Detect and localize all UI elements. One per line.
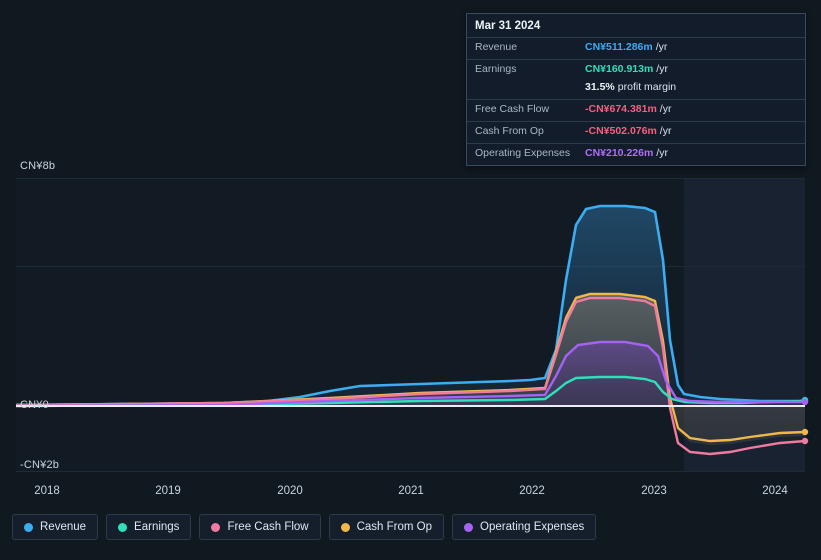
tooltip-key-cash-from-op: Cash From Op xyxy=(475,125,544,137)
legend-dot-icon-earnings xyxy=(118,522,128,532)
tooltip-row-free-cash-flow: Free Cash Flow -CN¥674.381m /yr xyxy=(467,99,805,121)
tooltip-unit-operating-expenses: /yr xyxy=(656,147,668,159)
tooltip-row-profit-margin: 31.5% profit margin xyxy=(467,81,805,99)
zero-axis-line xyxy=(16,405,805,407)
x-tick-2019: 2019 xyxy=(155,485,181,497)
legend-item-revenue[interactable]: Revenue xyxy=(12,514,99,540)
tooltip-value-revenue: CN¥511.286m xyxy=(585,41,653,53)
chart-legend: Revenue Earnings Free Cash Flow Cash Fro… xyxy=(12,514,597,540)
tooltip-unit-revenue: /yr xyxy=(655,41,668,53)
series-area-cashflow xyxy=(16,293,805,445)
series-area-revenue xyxy=(16,206,805,406)
y-tick-bottom: -CN¥2b xyxy=(20,459,60,471)
tooltip-unit-earnings: /yr xyxy=(656,63,668,75)
legend-dot-icon-operating-expenses xyxy=(464,522,474,532)
y-tick-top: CN¥8b xyxy=(20,160,56,172)
tooltip-unit-profit-margin: profit margin xyxy=(617,81,677,93)
tooltip-row-operating-expenses: Operating Expenses CN¥210.226m /yr xyxy=(467,143,805,165)
x-tick-2021: 2021 xyxy=(398,485,424,497)
tooltip-title: Mar 31 2024 xyxy=(475,20,541,32)
endpoint-free-cash-flow xyxy=(801,437,809,445)
legend-label-cash-from-op: Cash From Op xyxy=(356,521,433,533)
tooltip-value-cash-from-op: -CN¥502.076m xyxy=(585,125,657,137)
series-line-revenue xyxy=(15,204,806,407)
legend-item-operating-expenses[interactable]: Operating Expenses xyxy=(452,514,597,540)
tooltip-row-revenue: Revenue CN¥511.286m /yr xyxy=(467,37,805,59)
legend-item-free-cash-flow[interactable]: Free Cash Flow xyxy=(199,514,321,540)
chart-root: CN¥8b CN¥0 -CN¥2b 2018 2019 2020 2021 20… xyxy=(0,0,821,560)
y-tick-zero: CN¥0 xyxy=(20,399,49,411)
tooltip-key-revenue: Revenue xyxy=(475,41,518,53)
legend-label-operating-expenses: Operating Expenses xyxy=(480,521,585,533)
legend-item-cash-from-op[interactable]: Cash From Op xyxy=(328,514,445,540)
tooltip-value-earnings: CN¥160.913m xyxy=(585,63,654,75)
endpoint-cash-from-op xyxy=(801,428,809,436)
legend-dot-icon-free-cash-flow xyxy=(211,522,221,532)
chart-tooltip: Mar 31 2024 Revenue CN¥511.286m /yr Earn… xyxy=(466,13,806,166)
tooltip-unit-cash-from-op: /yr xyxy=(659,125,672,137)
x-tick-2024: 2024 xyxy=(762,485,788,497)
tooltip-unit-free-cash-flow: /yr xyxy=(659,103,672,115)
x-tick-2022: 2022 xyxy=(519,485,545,497)
legend-label-revenue: Revenue xyxy=(40,521,87,533)
x-tick-2018: 2018 xyxy=(34,485,60,497)
tooltip-key-earnings: Earnings xyxy=(475,63,517,75)
tooltip-value-operating-expenses: CN¥210.226m xyxy=(585,147,654,159)
legend-label-earnings: Earnings xyxy=(134,521,180,533)
tooltip-row-cash-from-op: Cash From Op -CN¥502.076m /yr xyxy=(467,121,805,143)
tooltip-row-earnings: Earnings CN¥160.913m /yr xyxy=(467,59,805,81)
tooltip-value-free-cash-flow: -CN¥674.381m xyxy=(585,103,657,115)
tooltip-key-free-cash-flow: Free Cash Flow xyxy=(475,103,550,115)
x-tick-2020: 2020 xyxy=(277,485,303,497)
legend-dot-icon-revenue xyxy=(24,522,33,532)
x-tick-2023: 2023 xyxy=(641,485,667,497)
tooltip-value-profit-margin: 31.5% xyxy=(585,81,615,93)
legend-dot-icon-cash-from-op xyxy=(340,522,350,532)
legend-label-free-cash-flow: Free Cash Flow xyxy=(227,521,309,533)
tooltip-key-operating-expenses: Operating Expenses xyxy=(475,147,571,159)
legend-item-earnings[interactable]: Earnings xyxy=(106,514,192,540)
